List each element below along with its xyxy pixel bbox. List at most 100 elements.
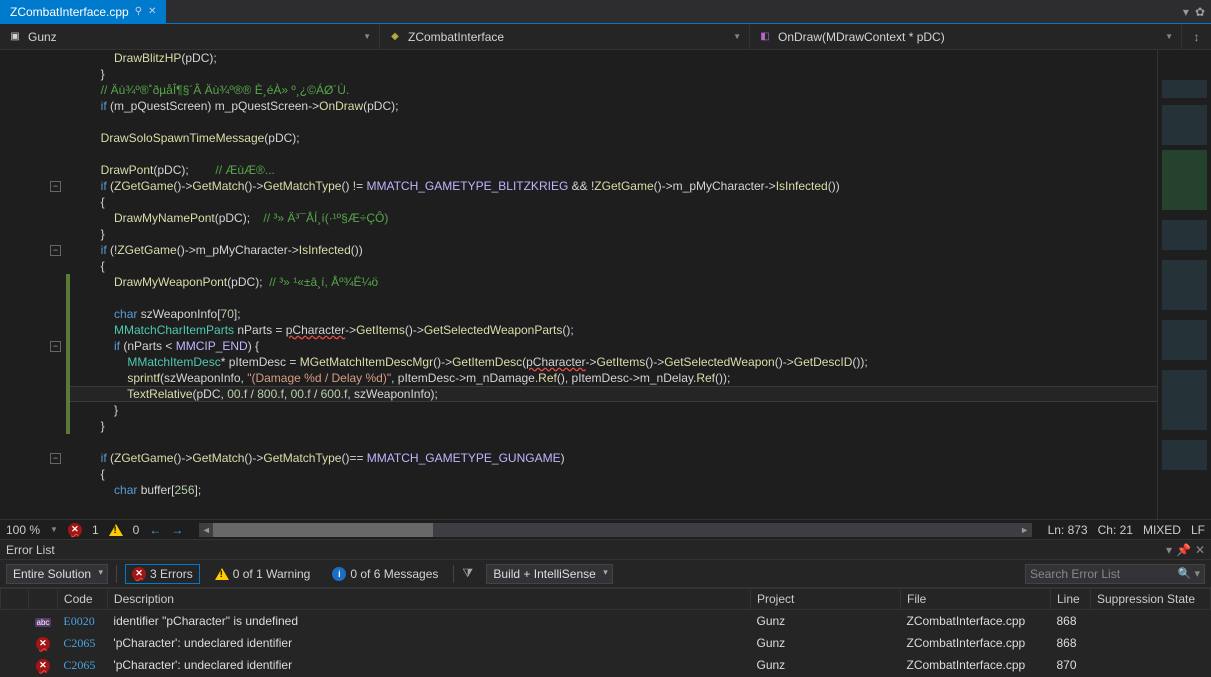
col-code[interactable]: Code [57, 589, 107, 610]
source-combo[interactable]: Build + IntelliSense [486, 564, 612, 584]
error-list-toolbar: Entire Solution ✕ 3 Errors 0 of 1 Warnin… [0, 559, 1211, 587]
fold-toggle[interactable]: − [50, 181, 61, 192]
code-line[interactable]: if (ZGetGame()->GetMatch()->GetMatchType… [74, 450, 1157, 466]
code-line[interactable]: char szWeaponInfo[70]; [74, 306, 1157, 322]
split-button[interactable]: ↕ [1181, 24, 1211, 49]
code-line[interactable]: { [74, 466, 1157, 482]
messages-filter[interactable]: i 0 of 6 Messages [325, 564, 445, 584]
code-line[interactable] [74, 434, 1157, 450]
error-row[interactable]: ✕C2065'pCharacter': undeclared identifie… [1, 654, 1211, 676]
code-line[interactable]: } [74, 226, 1157, 242]
breakpoint-gutter[interactable] [0, 50, 44, 519]
scope-method-label: OnDraw(MDrawContext * pDC) [778, 30, 945, 44]
close-icon[interactable]: ✕ [148, 6, 156, 17]
code-line[interactable]: } [74, 402, 1157, 418]
nav-fwd-icon[interactable]: → [171, 523, 183, 537]
scope-project[interactable]: ▣ Gunz ▼ [0, 24, 380, 49]
line-endings[interactable]: MIXED [1143, 523, 1181, 537]
fold-toggle[interactable]: − [50, 453, 61, 464]
col-line[interactable]: Line [1051, 589, 1091, 610]
scope-project-label: Gunz [28, 30, 57, 44]
window-settings-icon[interactable]: ✿ [1195, 5, 1205, 19]
method-icon: ◧ [758, 30, 772, 44]
error-list-title: Error List [6, 543, 55, 557]
error-icon: ✕ [36, 637, 50, 651]
encoding[interactable]: LF [1191, 523, 1205, 537]
horizontal-scrollbar[interactable]: ◄ ► [199, 523, 1031, 537]
error-row[interactable]: abcE0020identifier "pCharacter" is undef… [1, 610, 1211, 633]
code-line[interactable]: MMatchItemDesc* pItemDesc = MGetMatchIte… [74, 354, 1157, 370]
code-line[interactable]: // Äù¾º®˚ðµåÎ¶§´Â Äù¾º®® È¸éÀ» º¸¿©ÁØ´Ù. [74, 82, 1157, 98]
caret-col: Ch: 21 [1098, 523, 1133, 537]
code-line[interactable]: sprintf(szWeaponInfo, "(Damage %d / Dela… [74, 370, 1157, 386]
warnings-filter[interactable]: 0 of 1 Warning [208, 564, 318, 584]
pin-icon[interactable]: ⚲ [135, 6, 142, 17]
scope-class[interactable]: ◆ ZCombatInterface ▼ [380, 24, 750, 49]
scope-combo[interactable]: Entire Solution [6, 564, 108, 584]
warning-icon [215, 568, 229, 580]
chevron-down-icon[interactable]: ▼ [363, 32, 371, 41]
code-line[interactable]: } [74, 418, 1157, 434]
code-surface[interactable]: DrawBlitzHP(pDC); } // Äù¾º®˚ðµåÎ¶§´Â Äù… [70, 50, 1157, 519]
nav-bar: ▣ Gunz ▼ ◆ ZCombatInterface ▼ ◧ OnDraw(M… [0, 24, 1211, 50]
scope-method[interactable]: ◧ OnDraw(MDrawContext * pDC) ▼ [750, 24, 1181, 49]
chevron-down-icon[interactable]: ▼ [1165, 32, 1173, 41]
tab-title: ZCombatInterface.cpp [10, 5, 129, 19]
code-line[interactable]: { [74, 258, 1157, 274]
fold-toggle[interactable]: − [50, 341, 61, 352]
fold-gutter[interactable]: − − − − [44, 50, 64, 519]
warning-count-icon[interactable] [109, 524, 123, 536]
document-tabs: ZCombatInterface.cpp ⚲ ✕ ▾ ✿ [0, 0, 1211, 24]
fold-toggle[interactable]: − [50, 245, 61, 256]
code-line[interactable]: if (m_pQuestScreen) m_pQuestScreen->OnDr… [74, 98, 1157, 114]
col-project[interactable]: Project [751, 589, 901, 610]
col-file[interactable]: File [901, 589, 1051, 610]
chevron-down-icon[interactable]: ▼ [733, 32, 741, 41]
error-row[interactable]: ✕C2065'pCharacter': undeclared identifie… [1, 632, 1211, 654]
search-error-list[interactable]: Search Error List 🔍 ▾ [1025, 564, 1205, 584]
filter-icon[interactable]: ⧩ [462, 566, 478, 582]
zoom-chevron-icon[interactable]: ▼ [50, 525, 58, 534]
errors-filter[interactable]: ✕ 3 Errors [125, 564, 200, 584]
code-line[interactable] [74, 114, 1157, 130]
caret-line: Ln: 873 [1048, 523, 1088, 537]
pin-panel-icon[interactable]: 📌 [1176, 543, 1191, 557]
code-line[interactable]: DrawPont(pDC); // ÆùÆ®... [74, 162, 1157, 178]
error-list-header: Error List ▾ 📌 ✕ [0, 539, 1211, 559]
error-count-icon[interactable]: ✕ [68, 523, 82, 537]
panel-menu-icon[interactable]: ▾ [1166, 543, 1172, 557]
scroll-left-icon[interactable]: ◄ [199, 523, 213, 537]
col-description[interactable]: Description [107, 589, 750, 610]
zoom-level[interactable]: 100 % [6, 523, 40, 537]
nav-back-icon[interactable]: ← [149, 523, 161, 537]
editor-status-bar: 100 % ▼ ✕1 0 ← → ◄ ► Ln: 873 Ch: 21 MIXE… [0, 519, 1211, 539]
overflow-icon[interactable]: ▾ [1183, 5, 1189, 19]
code-line[interactable]: DrawMyNamePont(pDC); // ³» Ä³¯ÅÍ¸í(·¹º§Æ… [74, 210, 1157, 226]
code-line[interactable]: { [74, 194, 1157, 210]
code-line[interactable]: if (!ZGetGame()->m_pMyCharacter->IsInfec… [74, 242, 1157, 258]
code-line[interactable]: DrawBlitzHP(pDC); [74, 50, 1157, 66]
code-line[interactable]: if (ZGetGame()->GetMatch()->GetMatchType… [74, 178, 1157, 194]
project-icon: ▣ [8, 30, 22, 44]
scrollbar-thumb[interactable] [213, 523, 433, 537]
code-line[interactable]: } [74, 66, 1157, 82]
code-line[interactable]: if (nParts < MMCIP_END) { [74, 338, 1157, 354]
minimap-scrollbar[interactable] [1157, 50, 1211, 519]
code-line[interactable]: TextRelative(pDC, 00.f / 800.f, 00.f / 6… [74, 386, 1157, 402]
code-line[interactable] [74, 290, 1157, 306]
info-icon: i [332, 567, 346, 581]
active-tab[interactable]: ZCombatInterface.cpp ⚲ ✕ [0, 0, 166, 23]
code-line[interactable]: DrawSoloSpawnTimeMessage(pDC); [74, 130, 1157, 146]
close-panel-icon[interactable]: ✕ [1195, 543, 1205, 557]
code-line[interactable] [74, 146, 1157, 162]
code-line[interactable]: MMatchCharItemParts nParts = pCharacter-… [74, 322, 1157, 338]
scope-class-label: ZCombatInterface [408, 30, 504, 44]
class-icon: ◆ [388, 30, 402, 44]
col-suppression[interactable]: Suppression State [1091, 589, 1211, 610]
scroll-right-icon[interactable]: ► [1018, 523, 1032, 537]
code-line[interactable]: DrawMyWeaponPont(pDC); // ³» ¹«±â¸í, Åº¾… [74, 274, 1157, 290]
code-line[interactable]: char buffer[256]; [74, 482, 1157, 498]
code-editor[interactable]: − − − − DrawBlitzHP(pDC); } // Äù¾º®˚ðµåÎ¶§… [0, 50, 1211, 519]
search-icon[interactable]: 🔍 ▾ [1178, 567, 1200, 580]
error-grid[interactable]: Code Description Project File Line Suppr… [0, 587, 1211, 677]
